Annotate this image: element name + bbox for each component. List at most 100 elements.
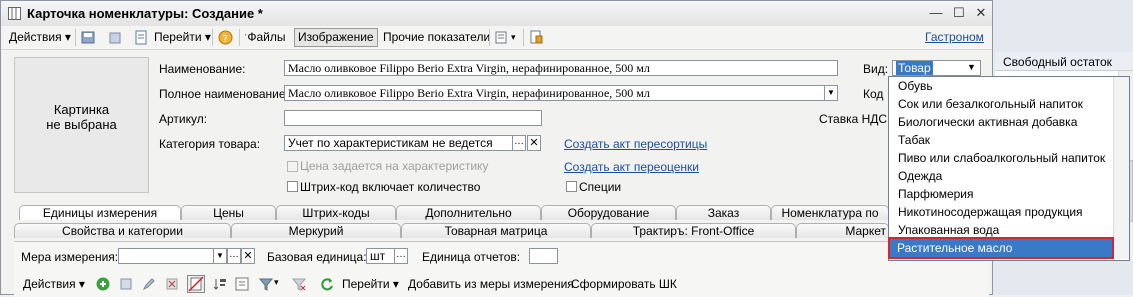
list-item[interactable]: Табак xyxy=(898,133,930,147)
list-item[interactable]: Пиво или слабоалкогольный напиток xyxy=(898,151,1105,165)
create-revaluation-link[interactable]: Создать акт переоценки xyxy=(564,160,699,174)
create-resort-link[interactable]: Создать акт пересортицы xyxy=(564,137,707,151)
tab-barcodes[interactable]: Штрих-коды xyxy=(276,205,396,220)
toolbar-divider xyxy=(489,29,490,46)
tab-units[interactable]: Единицы измерения xyxy=(19,205,181,220)
list-item[interactable]: Никотиносодержащая продукция xyxy=(898,205,1083,219)
tab-nomenclature-by[interactable]: Номенклатура по xyxy=(771,205,889,220)
mark-delete-icon[interactable] xyxy=(187,275,205,293)
tab-order[interactable]: Заказ xyxy=(676,205,771,220)
window-title: Карточка номенклатуры: Создание * xyxy=(27,6,263,21)
base-unit-select-button[interactable]: … xyxy=(394,248,408,264)
list-item[interactable]: Одежда xyxy=(898,169,942,183)
document-icon[interactable] xyxy=(134,30,149,45)
goto-menu-label: Перейти xyxy=(154,30,202,44)
tab-equipment[interactable]: Оборудование xyxy=(541,205,676,220)
fullname-dropdown-button[interactable]: ▼ xyxy=(824,85,838,101)
clear-filter-icon[interactable] xyxy=(292,277,306,291)
add-from-measure-button[interactable]: Добавить из меры измерения xyxy=(408,277,574,291)
files-button[interactable]: ˑФайлы xyxy=(244,29,285,46)
gastronom-label: Гастроном xyxy=(925,30,984,44)
close-button[interactable]: ✕ xyxy=(973,5,989,21)
maximize-button[interactable]: ☐ xyxy=(951,5,967,21)
toolbar-divider xyxy=(75,29,76,46)
main-toolbar: Действия ▾ Перейти ▾ ? ˑФайлы Изображени… xyxy=(1,26,992,50)
goto-menu-button[interactable]: Перейти ▾ xyxy=(154,29,211,46)
tab-product-matrix[interactable]: Товарная матрица xyxy=(401,223,591,238)
list-item[interactable]: Обувь xyxy=(898,79,933,93)
refresh-icon[interactable] xyxy=(320,277,334,291)
article-input[interactable] xyxy=(284,110,542,126)
list-settings-icon[interactable] xyxy=(495,30,510,45)
kind-dropdown-arrow[interactable]: ▼ xyxy=(967,62,976,72)
list-item[interactable]: Сок или безалкогольный напиток xyxy=(898,97,1083,111)
sort-icon[interactable] xyxy=(213,277,227,291)
measure-input[interactable] xyxy=(118,248,214,264)
background-column-header[interactable]: Свободный остаток xyxy=(995,52,1133,71)
measure-dropdown-button[interactable]: ▼ xyxy=(213,248,227,264)
units-actions-label: Действия xyxy=(23,277,76,291)
report-unit-label: Единица отчетов: xyxy=(422,250,521,264)
units-goto-label: Перейти xyxy=(342,277,390,291)
tab-mercury[interactable]: Меркурий xyxy=(231,223,401,238)
base-unit-input[interactable]: шт xyxy=(366,248,395,264)
find-icon[interactable] xyxy=(235,277,249,291)
copy-row-icon[interactable] xyxy=(119,277,133,291)
kind-label: Вид: xyxy=(863,62,889,76)
image-button[interactable]: Изображение xyxy=(294,28,378,47)
actions-menu-label: Действия xyxy=(9,30,62,44)
category-select-button[interactable]: … xyxy=(512,135,526,151)
tab-properties[interactable]: Свойства и категории xyxy=(14,223,231,238)
measure-select-button[interactable]: … xyxy=(227,248,241,264)
filter-dropdown-arrow[interactable]: ▾ xyxy=(274,277,279,288)
article-label: Артикул: xyxy=(159,112,208,126)
fullname-label: Полное наименование: xyxy=(159,87,289,101)
list-item[interactable]: Парфюмерия xyxy=(898,187,974,201)
other-indicators-button[interactable]: Прочие показатели xyxy=(383,29,490,46)
price-by-char-label: Цена задается на характеристику xyxy=(300,159,489,173)
help-icon[interactable]: ? xyxy=(218,30,233,45)
picture-text-1: Картинка xyxy=(53,102,110,117)
delete-icon[interactable] xyxy=(165,277,179,291)
vat-label: Ставка НДС: xyxy=(819,112,891,126)
tab-prices[interactable]: Цены xyxy=(181,205,276,220)
spices-checkbox[interactable] xyxy=(566,181,577,192)
report-unit-input[interactable] xyxy=(529,248,558,264)
minimize-button[interactable]: — xyxy=(928,5,944,21)
units-goto-menu[interactable]: Перейти ▾ xyxy=(342,277,399,291)
dropdown-scrollbar[interactable] xyxy=(1113,77,1129,259)
filter-icon[interactable] xyxy=(259,277,273,291)
barcode-qty-checkbox[interactable] xyxy=(287,181,298,192)
category-input[interactable]: Учет по характеристикам не ведется xyxy=(284,135,513,151)
generate-barcode-button[interactable]: Сформировать ШК xyxy=(571,277,677,291)
gastronom-link[interactable]: Гастроном xyxy=(925,29,984,46)
add-icon[interactable] xyxy=(96,277,110,291)
base-unit-label: Базовая единица: xyxy=(267,250,367,264)
selected-item-label: Растительное масло xyxy=(897,241,1013,255)
tab-traktir[interactable]: Трактиръ: Front-Office xyxy=(591,223,796,238)
window-icon xyxy=(8,7,21,20)
picture-placeholder[interactable]: Картинка не выбрана xyxy=(14,57,149,193)
selected-list-item[interactable]: Растительное масло xyxy=(888,237,1114,259)
title-bar: Карточка номенклатуры: Создание * — ☐ ✕ xyxy=(1,1,992,27)
image-label: Изображение xyxy=(298,30,374,44)
tab-market[interactable]: Маркет xyxy=(796,223,889,238)
actions-menu-button[interactable]: Действия ▾ xyxy=(9,29,71,46)
fullname-input[interactable]: Масло оливковое Filippo Berio Extra Virg… xyxy=(284,85,825,101)
list-item[interactable]: Биологически активная добавка xyxy=(898,115,1077,129)
list-item[interactable]: Упакованная вода xyxy=(898,223,999,237)
edit-icon[interactable] xyxy=(142,277,156,291)
measure-clear-button[interactable]: ✕ xyxy=(241,248,255,264)
measure-label: Мера измерения: xyxy=(21,250,119,264)
list-settings-dropdown[interactable]: ▾ xyxy=(511,29,516,46)
code-label: Код xyxy=(863,87,884,101)
save-icon[interactable] xyxy=(81,30,96,45)
copy-icon[interactable] xyxy=(108,30,123,45)
category-clear-button[interactable]: ✕ xyxy=(527,135,541,151)
toolbar-divider xyxy=(212,29,213,46)
units-actions-menu[interactable]: Действия ▾ xyxy=(23,277,85,291)
tab-additional[interactable]: Дополнительно xyxy=(396,205,541,220)
print-icon[interactable] xyxy=(529,30,544,45)
name-input[interactable]: Масло оливковое Filippo Berio Extra Virg… xyxy=(284,60,838,76)
price-by-char-checkbox[interactable] xyxy=(287,161,298,172)
